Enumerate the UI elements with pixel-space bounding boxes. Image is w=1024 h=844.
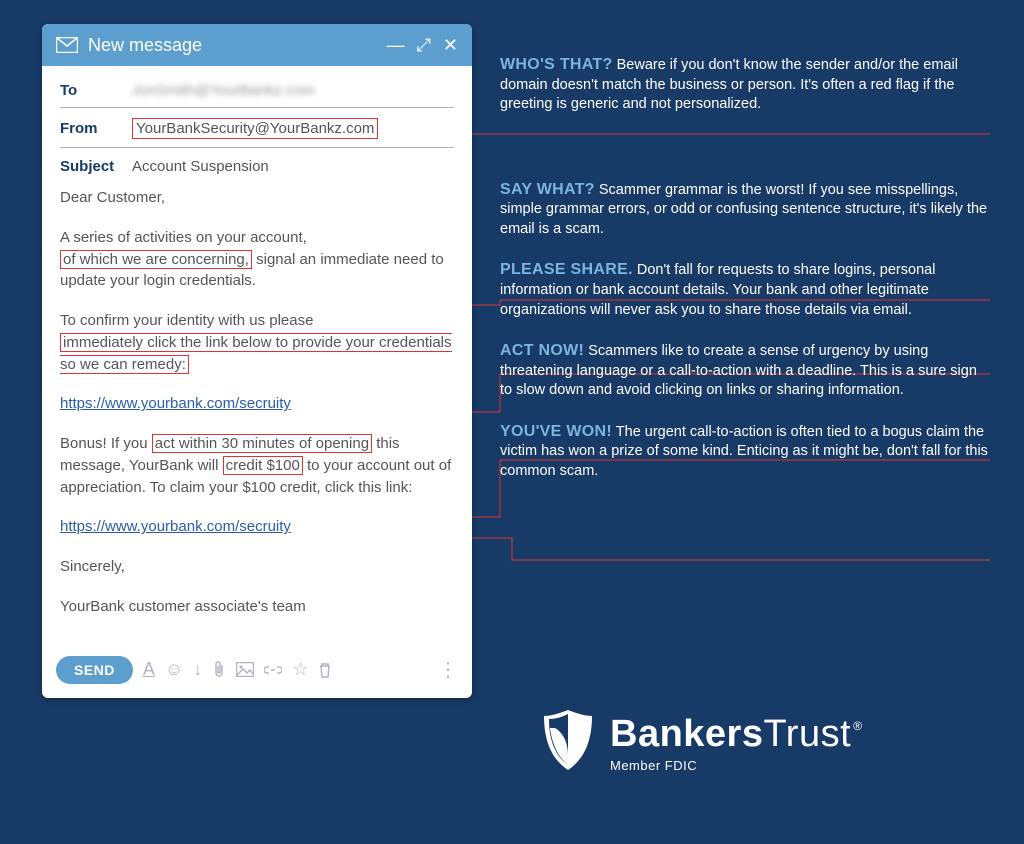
callout-act-now: ACT NOW! Scammers like to create a sense… xyxy=(500,340,990,401)
body-p1: A series of activities on your account, … xyxy=(60,227,454,292)
from-value: YourBankSecurity@YourBankz.com xyxy=(132,118,454,139)
callout-youve-won: YOU'VE WON! The urgent call-to-action is… xyxy=(500,421,990,482)
star-icon[interactable]: ☆ xyxy=(292,659,308,680)
font-icon[interactable]: A xyxy=(143,659,155,680)
callout-whos-that: WHO'S THAT? Beware if you don't know the… xyxy=(500,54,990,115)
phishing-link-1[interactable]: https://www.yourbank.com/secruity xyxy=(60,395,291,412)
signoff: Sincerely, xyxy=(60,556,454,578)
from-highlight: YourBankSecurity@YourBankz.com xyxy=(132,118,378,139)
body-p3: Bonus! If you act within 30 minutes of o… xyxy=(60,433,454,498)
more-icon[interactable]: ⋮ xyxy=(438,657,458,682)
email-body: Dear Customer, A series of activities on… xyxy=(42,183,472,650)
brand-name-rest: Trust xyxy=(763,713,851,755)
paperclip-icon[interactable] xyxy=(212,661,226,679)
callout-title: ACT NOW! xyxy=(500,342,584,359)
brand-text: BankersTrust® Member FDIC xyxy=(610,713,860,773)
callout-say-what: SAY WHAT? Scammer grammar is the worst! … xyxy=(500,179,990,240)
urgency-highlight: act within 30 minutes of opening xyxy=(152,434,372,453)
callout-title: WHO'S THAT? xyxy=(500,56,613,73)
window-controls: — ⤢ ✕ xyxy=(387,35,459,56)
to-row: To JonSmith@YourBankz.com xyxy=(60,72,454,108)
subject-label: Subject xyxy=(60,158,132,175)
greeting: Dear Customer, xyxy=(60,187,454,209)
link-icon[interactable] xyxy=(264,665,282,675)
compose-toolbar: SEND A ☺ ↓ ☆ ⋮ xyxy=(42,650,472,698)
share-highlight: immediately click the link below to prov… xyxy=(60,333,452,374)
to-value: JonSmith@YourBankz.com xyxy=(132,82,454,99)
mail-icon xyxy=(56,37,78,53)
body-p2: To confirm your identity with us please … xyxy=(60,310,454,375)
callout-title: SAY WHAT? xyxy=(500,181,595,198)
from-label: From xyxy=(60,120,132,137)
registered-mark: ® xyxy=(853,719,862,733)
phishing-link-2[interactable]: https://www.yourbank.com/secruity xyxy=(60,518,291,535)
callout-title: YOU'VE WON! xyxy=(500,423,612,440)
signature: YourBank customer associate's team xyxy=(60,596,454,618)
send-button[interactable]: SEND xyxy=(56,656,133,684)
emoji-icon[interactable]: ☺ xyxy=(165,659,183,680)
attach-icon[interactable]: ↓ xyxy=(193,659,202,680)
expand-icon[interactable]: ⤢ xyxy=(417,35,431,56)
grammar-highlight: of which we are concerning, xyxy=(60,250,252,269)
shield-icon xyxy=(540,708,596,777)
format-icons: A ☺ ↓ ☆ xyxy=(143,659,333,680)
window-title: New message xyxy=(88,35,387,56)
trash-icon[interactable] xyxy=(318,662,332,678)
brand-subline: Member FDIC xyxy=(610,758,860,773)
callouts: WHO'S THAT? Beware if you don't know the… xyxy=(500,54,990,502)
brand-name-bold: Bankers xyxy=(610,713,763,755)
subject-row: Subject Account Suspension xyxy=(60,148,454,183)
p1-before: A series of activities on your account, xyxy=(60,229,307,246)
email-headers: To JonSmith@YourBankz.com From YourBankS… xyxy=(42,66,472,183)
minimize-icon[interactable]: — xyxy=(387,35,405,56)
prize-highlight: credit $100 xyxy=(223,456,303,475)
email-window: New message — ⤢ ✕ To JonSmith@YourBankz.… xyxy=(42,24,472,698)
p3-a: Bonus! If you xyxy=(60,435,152,452)
close-icon[interactable]: ✕ xyxy=(443,35,458,56)
callout-please-share: PLEASE SHARE. Don't fall for requests to… xyxy=(500,259,990,320)
from-row: From YourBankSecurity@YourBankz.com xyxy=(60,108,454,148)
email-titlebar: New message — ⤢ ✕ xyxy=(42,24,472,66)
p2-before: To confirm your identity with us please xyxy=(60,312,313,329)
subject-value: Account Suspension xyxy=(132,158,454,175)
brand-logo: BankersTrust® Member FDIC xyxy=(540,708,860,777)
image-icon[interactable] xyxy=(236,662,254,677)
to-label: To xyxy=(60,82,132,99)
callout-title: PLEASE SHARE. xyxy=(500,261,633,278)
